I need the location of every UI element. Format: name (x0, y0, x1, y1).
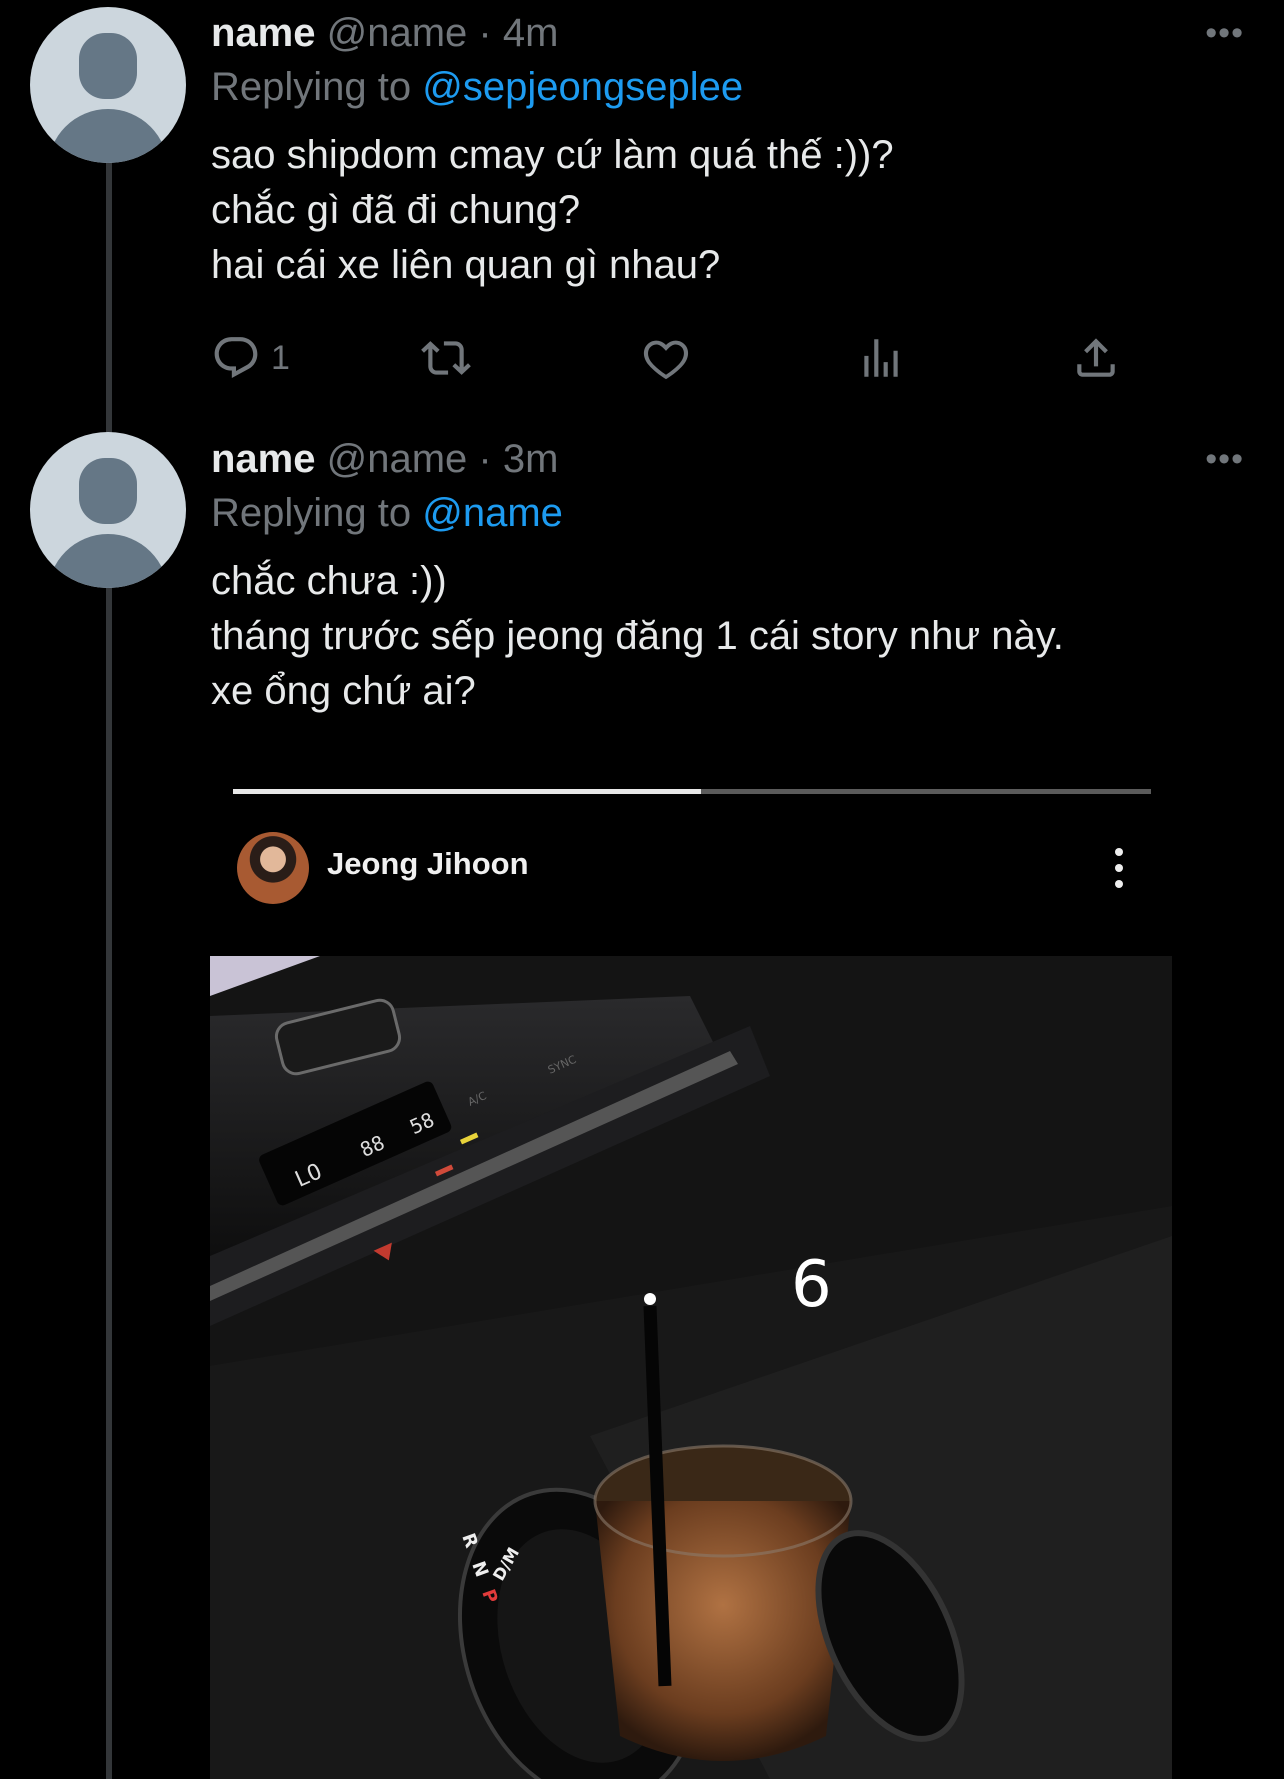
handle[interactable]: @name (327, 11, 468, 55)
replying-to: Replying to @sepjeongseplee (211, 60, 1224, 114)
replying-to-mention[interactable]: @sepjeongseplee (422, 65, 743, 109)
tweet-header: name @name · 4m (211, 6, 1224, 60)
replying-to-label: Replying to (211, 65, 412, 109)
avatar[interactable] (30, 7, 186, 163)
replying-to: Replying to @name (211, 486, 1224, 540)
timestamp[interactable]: 4m (503, 11, 559, 55)
more-icon[interactable]: ••• (1205, 14, 1244, 53)
display-name[interactable]: name (211, 11, 316, 55)
separator: · (478, 11, 492, 55)
analytics-icon (864, 339, 898, 377)
replying-to-mention[interactable]: @name (422, 491, 563, 535)
reply-button[interactable]: 1 (211, 328, 290, 388)
avatar[interactable] (30, 432, 186, 588)
tweet-text: chắc chưa :)) tháng trước sếp jeong đăng… (211, 559, 1064, 713)
like-button[interactable] (641, 328, 691, 388)
tweet-text: sao shipdom cmay cứ làm quá thế :))? chắ… (211, 133, 894, 287)
car-interior-image: LO 88 58 A/C SYNC R N P D/M 6 (210, 956, 1172, 1779)
reply-icon (214, 337, 258, 379)
story-more-icon (1104, 838, 1134, 898)
avatar-body-shape (48, 534, 168, 588)
display-name[interactable]: name (211, 437, 316, 481)
avatar-body-shape (48, 109, 168, 163)
separator: · (478, 437, 492, 481)
more-icon[interactable]: ••• (1205, 440, 1244, 479)
analytics-button[interactable] (856, 328, 906, 388)
story-username: Jeong Jihoon (327, 846, 529, 881)
handle[interactable]: @name (327, 437, 468, 481)
timestamp[interactable]: 3m (503, 437, 559, 481)
reply-count: 1 (271, 338, 290, 377)
story-overlay-number: 6 (791, 1248, 832, 1322)
share-icon (1077, 338, 1115, 377)
retweet-button[interactable] (421, 328, 471, 388)
thread-connector-line (106, 162, 112, 1779)
story-photo: LO 88 58 A/C SYNC R N P D/M 6 (210, 956, 1172, 1779)
avatar-head-shape (79, 458, 137, 524)
replying-to-label: Replying to (211, 491, 412, 535)
story-progress-bar (233, 789, 1151, 794)
action-bar: 1 (211, 328, 1131, 388)
avatar-head-shape (79, 33, 137, 99)
retweet-icon (421, 341, 471, 375)
like-icon (643, 340, 689, 380)
tweet-header: name @name · 3m (211, 432, 1224, 486)
share-button[interactable] (1071, 328, 1121, 388)
story-progress-fill (233, 789, 702, 794)
story-avatar (237, 832, 309, 904)
